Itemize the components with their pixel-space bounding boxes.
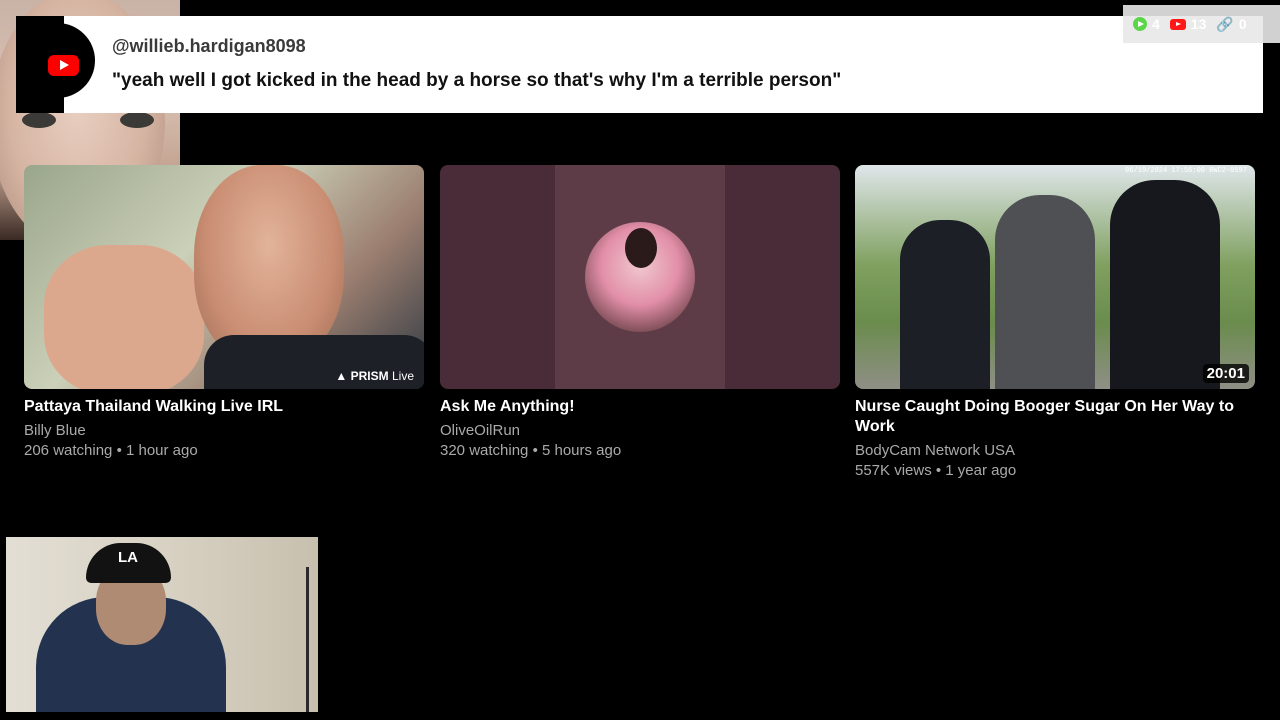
thumbnail-person	[995, 195, 1095, 389]
webcam-eye-right	[120, 112, 154, 128]
bodycam-timestamp: 06/19/2024 17:56:00 BWC2-0597	[1125, 167, 1247, 175]
links-stat: 🔗 0	[1216, 16, 1246, 33]
viewers-stat: 4	[1133, 16, 1160, 32]
prism-live-badge: ▲ PRISM Live	[335, 369, 414, 383]
video-channel[interactable]: Billy Blue	[24, 421, 424, 441]
youtube-count: 13	[1190, 16, 1207, 32]
webcam-bottom-left: LA	[6, 537, 318, 712]
youtube-icon	[48, 55, 79, 76]
channel-avatar	[585, 222, 695, 332]
thumbnail-person	[1110, 180, 1220, 389]
comment-text: "yeah well I got kicked in the head by a…	[112, 70, 842, 91]
video-channel[interactable]: BodyCam Network USA	[855, 441, 1255, 461]
video-thumbnail[interactable]: ▲ PRISM Live	[24, 165, 424, 389]
video-title[interactable]: Nurse Caught Doing Booger Sugar On Her W…	[855, 397, 1255, 437]
webcam-lamp	[306, 567, 309, 712]
comment-username: @willieb.hardigan8098	[112, 36, 306, 56]
video-duration: 20:01	[1202, 364, 1249, 383]
video-title[interactable]: Pattaya Thailand Walking Live IRL	[24, 397, 424, 417]
video-meta: 557K views • 1 year ago	[855, 462, 1017, 479]
link-icon: 🔗	[1216, 15, 1234, 32]
video-channel[interactable]: OliveOilRun	[440, 421, 840, 441]
youtube-stat: 13	[1169, 16, 1207, 32]
video-meta: 320 watching • 5 hours ago	[440, 442, 622, 459]
cap-logo: LA	[118, 549, 138, 566]
comment-banner: @willieb.hardigan8098 "yeah well I got k…	[16, 16, 1263, 113]
links-count: 0	[1238, 16, 1247, 32]
viewers-count: 4	[1152, 16, 1160, 32]
video-card[interactable]: Ask Me Anything! OliveOilRun 320 watchin…	[440, 165, 840, 461]
video-card[interactable]: 06/19/2024 17:56:00 BWC2-0597 20:01 Nurs…	[855, 165, 1255, 481]
thumbnail-person	[900, 220, 990, 389]
video-card[interactable]: ▲ PRISM Live Pattaya Thailand Walking Li…	[24, 165, 424, 461]
play-icon	[1133, 17, 1147, 31]
video-thumbnail[interactable]: 06/19/2024 17:56:00 BWC2-0597 20:01	[855, 165, 1255, 389]
stream-stats-widget: 4 13 🔗 0	[1123, 5, 1280, 43]
video-thumbnail[interactable]	[440, 165, 840, 389]
thumbnail-hand	[44, 245, 204, 389]
video-title[interactable]: Ask Me Anything!	[440, 397, 840, 417]
webcam-eye-left	[22, 112, 56, 128]
youtube-icon	[1169, 18, 1186, 30]
video-meta: 206 watching • 1 hour ago	[24, 442, 198, 459]
